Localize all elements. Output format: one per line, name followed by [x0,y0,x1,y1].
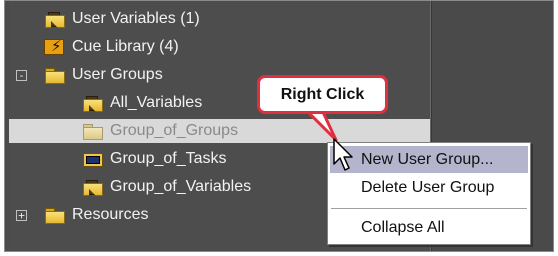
variable-folder-icon [44,11,64,27]
tree-item-cue-library[interactable]: ⚡ Cue Library (4) [44,35,179,59]
menu-item-label: Collapse All [361,218,445,236]
task-folder-icon [82,151,103,167]
tree-item-label: Group_of_Groups [110,122,239,139]
tree-item-label: User Variables (1) [72,10,200,27]
tree-item-label: User Groups [72,66,163,83]
context-menu: New User Group... Delete User Group Coll… [327,142,531,245]
menu-separator [331,208,527,210]
expand-expander-icon[interactable]: + [16,210,27,221]
callout-text: Right Click [280,85,365,103]
tree-item-label: Resources [72,206,149,223]
tree-item-label: All_Variables [110,94,203,111]
tree-item-group-of-tasks[interactable]: Group_of_Tasks [82,147,227,171]
menu-item-new-user-group[interactable]: New User Group... [330,146,528,173]
right-click-callout: Right Click [257,75,388,114]
tree-item-resources[interactable]: Resources [44,203,148,227]
menu-item-collapse-all[interactable]: Collapse All [330,214,528,241]
menu-item-label: New User Group... [361,150,494,168]
folder-icon [82,123,103,140]
tree-item-user-groups[interactable]: User Groups [44,63,163,87]
tree-item-label: Group_of_Variables [110,178,252,195]
tree-item-group-of-groups[interactable]: Group_of_Groups [9,119,430,143]
menu-item-label: Delete User Group [361,178,495,196]
lightning-icon: ⚡ [44,39,64,55]
tree-item-user-variables[interactable]: User Variables (1) [44,7,200,31]
folder-icon [44,67,65,84]
menu-item-delete-user-group[interactable]: Delete User Group [330,174,528,201]
tree-item-label: Cue Library (4) [72,38,179,55]
mouse-cursor-icon [333,138,353,171]
tree-item-label: Group_of_Tasks [110,150,227,167]
variable-folder-icon [82,179,102,195]
tree-item-group-of-variables[interactable]: Group_of_Variables [82,175,251,199]
folder-icon [44,207,65,224]
tree-item-all-variables[interactable]: All_Variables [82,91,202,115]
variable-folder-icon [82,95,102,111]
collapse-expander-icon[interactable]: - [16,70,27,81]
